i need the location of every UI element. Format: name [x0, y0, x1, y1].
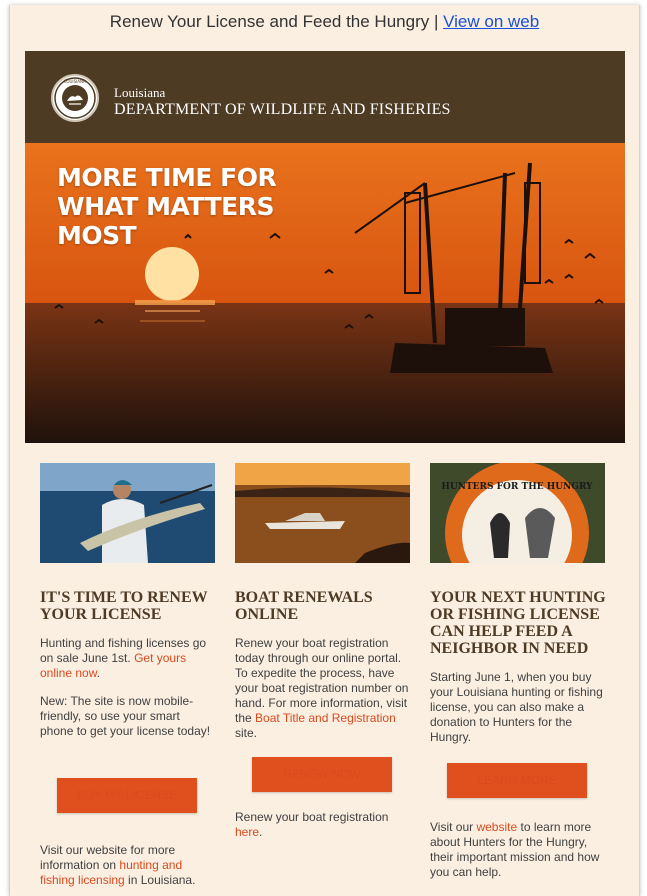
- license-title: IT'S TIME TO RENEW YOUR LICENSE: [40, 589, 208, 623]
- boat-title-registration-link[interactable]: Boat Title and Registration: [255, 711, 396, 725]
- fisherman-photo-icon: [40, 463, 215, 563]
- hunters-column: HUNTERS FOR THE HUNGRY YOUR NEXT HUNTING…: [430, 463, 608, 880]
- hero-headline: MORE TIME FOR WHAT MATTERS MOST: [57, 163, 277, 250]
- hero-banner[interactable]: MORE TIME FOR WHAT MATTERS MOST: [25, 143, 625, 443]
- hunters-logo-lettering: HUNTERS FOR THE HUNGRY: [441, 482, 593, 492]
- hunters-paragraph-2: Visit our website to learn more about Hu…: [430, 820, 606, 880]
- boat-p2-end: .: [259, 825, 263, 839]
- boat-column: BOAT RENEWALS ONLINE Renew your boat reg…: [235, 463, 413, 840]
- hero-line-3: MOST: [57, 221, 137, 250]
- hunters-title: YOUR NEXT HUNTING OR FISHING LICENSE CAN…: [430, 589, 606, 657]
- hunters-paragraph-1: Starting June 1, when you buy your Louis…: [430, 670, 603, 744]
- hunters-for-the-hungry-image[interactable]: HUNTERS FOR THE HUNGRY: [430, 463, 605, 563]
- renew-here-link[interactable]: here: [235, 825, 259, 839]
- view-on-web-link[interactable]: View on web: [443, 12, 539, 31]
- boat-paragraph-1: Renew your boat registration today throu…: [235, 636, 411, 741]
- agency-state: Louisiana: [114, 85, 166, 100]
- learn-more-button[interactable]: LEARN MORE: [447, 763, 587, 798]
- svg-text:LOUISIANA: LOUISIANA: [64, 79, 86, 84]
- preheader: Renew Your License and Feed the Hungry |…: [10, 12, 639, 32]
- boat-paragraph-2: Renew your boat registration here.: [235, 810, 411, 840]
- boat-title: BOAT RENEWALS ONLINE: [235, 589, 373, 623]
- hunters-website-link[interactable]: website: [476, 820, 517, 834]
- license-paragraph-1: Hunting and fishing licenses go on sale …: [40, 636, 216, 681]
- speedboat-photo-icon: [235, 463, 410, 563]
- buy-my-license-button[interactable]: BUY MY LICENSE: [57, 778, 197, 813]
- preheader-text: Renew Your License and Feed the Hungry |: [109, 12, 444, 31]
- license-p1-end: .: [96, 666, 101, 680]
- license-paragraph-3: Visit our website for more information o…: [40, 843, 216, 888]
- license-paragraph-2: New: The site is now mobile-friendly, so…: [40, 694, 211, 738]
- boat-p2-text: Renew your boat registration: [235, 810, 389, 824]
- hero-line-1: MORE TIME FOR: [57, 163, 277, 192]
- agency-header: LOUISIANA Louisiana DEPARTMENT OF WILDLI…: [25, 51, 625, 143]
- license-p3-end: in Louisiana.: [124, 873, 196, 887]
- hunters-for-the-hungry-logo-icon: HUNTERS FOR THE HUNGRY: [430, 463, 605, 563]
- seal-icon: LOUISIANA: [54, 77, 96, 119]
- license-column: IT'S TIME TO RENEW YOUR LICENSE Hunting …: [40, 463, 218, 888]
- renew-now-button[interactable]: RENEW NOW: [252, 757, 392, 792]
- fisherman-image[interactable]: [40, 463, 215, 563]
- hero-line-2: WHAT MATTERS: [57, 192, 274, 221]
- boat-p1-end: site.: [235, 726, 258, 740]
- hunters-p2-text: Visit our: [430, 820, 477, 834]
- email-container: Renew Your License and Feed the Hungry |…: [9, 5, 640, 896]
- agency-name: DEPARTMENT OF WILDLIFE AND FISHERIES: [114, 101, 451, 118]
- boat-image[interactable]: [235, 463, 410, 563]
- agency-seal-logo[interactable]: LOUISIANA: [51, 74, 99, 122]
